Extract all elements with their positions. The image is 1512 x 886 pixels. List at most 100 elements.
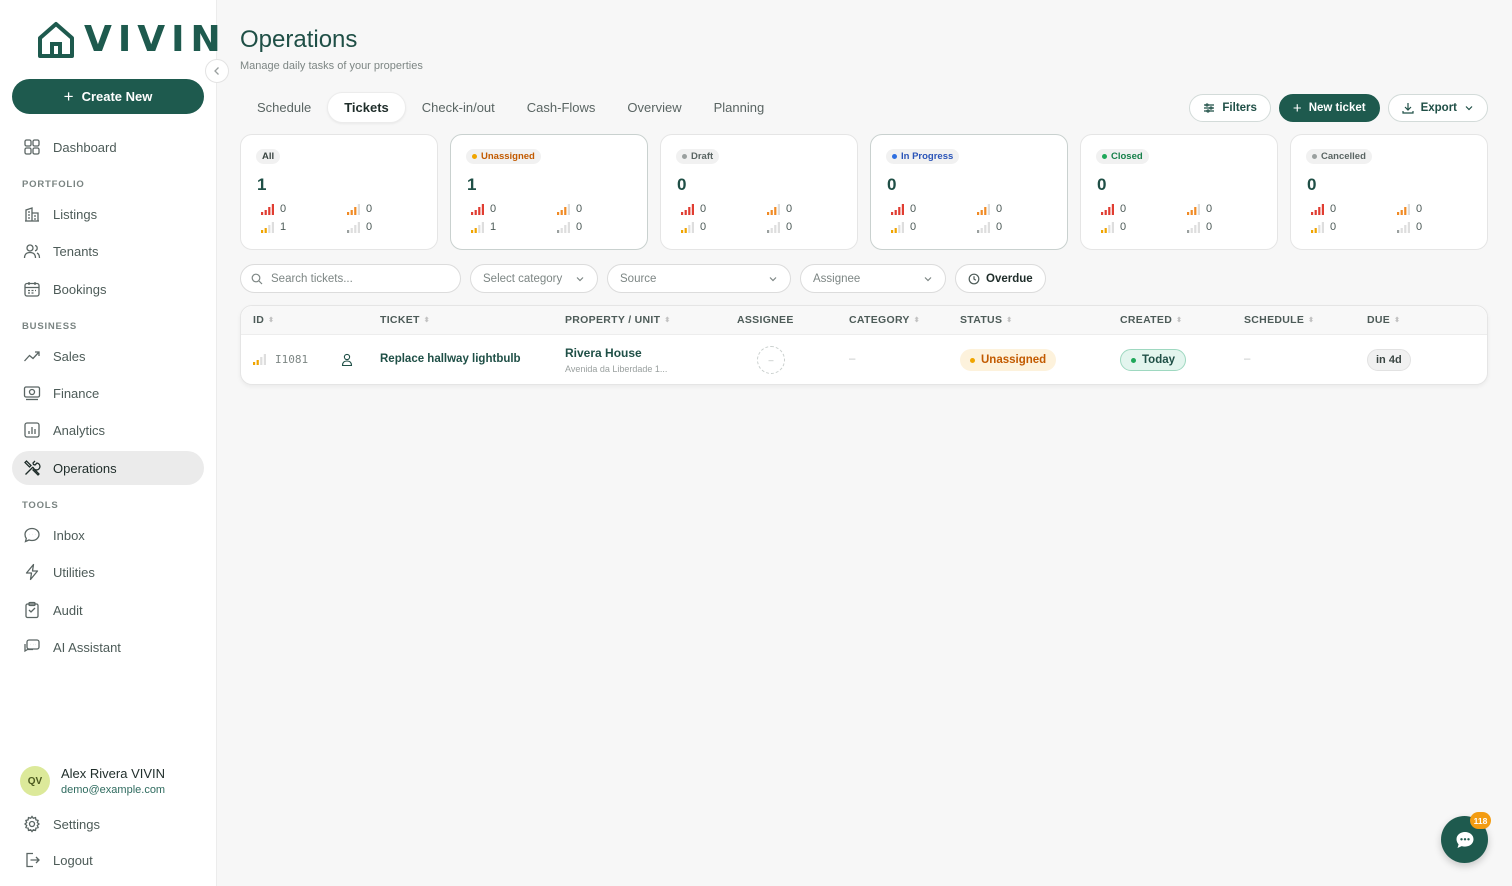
sidebar-item-inbox[interactable]: Inbox [12, 518, 204, 552]
overdue-toggle[interactable]: Overdue [955, 264, 1046, 293]
sidebar-item-audit[interactable]: Audit [12, 593, 204, 627]
assignee-placeholder[interactable]: – [757, 346, 785, 374]
priority-count-urgent: 0 [1101, 203, 1126, 215]
status-count: 0 [1307, 175, 1317, 194]
column-header-schedule[interactable]: SCHEDULE ⬍ [1244, 314, 1314, 326]
tab-schedule[interactable]: Schedule [241, 92, 327, 123]
filters-button[interactable]: Filters [1189, 94, 1271, 122]
trend-up-icon [24, 351, 40, 362]
sidebar-item-utilities[interactable]: Utilities [12, 555, 204, 589]
source-select[interactable]: Source [607, 264, 791, 293]
tab-check-in-out[interactable]: Check-in/out [406, 92, 511, 123]
source-select-value: Source [620, 272, 657, 285]
chat-unread-badge: 118 [1470, 812, 1491, 829]
sidebar-item-ai-assistant[interactable]: AI Assistant [12, 630, 204, 664]
priority-count-low: 0 [557, 221, 582, 233]
priority-count-medium: 0 [1101, 221, 1126, 233]
sidebar-item-tenants[interactable]: Tenants [12, 234, 204, 268]
collapse-sidebar-button[interactable] [205, 59, 229, 83]
column-header-property[interactable]: PROPERTY / UNIT ⬍ [565, 314, 671, 326]
export-button[interactable]: Export [1387, 94, 1488, 122]
column-header-label: SCHEDULE [1244, 314, 1305, 326]
sidebar-item-label: Dashboard [53, 139, 117, 155]
table-row[interactable]: I1081 Replace hallway lightbulb Rivera H… [241, 335, 1487, 385]
tab-cash-flows[interactable]: Cash-Flows [511, 92, 612, 123]
sidebar-item-settings[interactable]: Settings [12, 807, 204, 841]
property-name[interactable]: Rivera House [565, 346, 642, 360]
sort-icon: ⬍ [1176, 317, 1183, 324]
status-card-closed[interactable]: Closed 0 0 0 0 0 [1080, 134, 1278, 250]
sidebar-item-bookings[interactable]: Bookings [12, 272, 204, 306]
priority-urgent-icon [471, 203, 484, 215]
tab-tickets[interactable]: Tickets [327, 92, 406, 123]
priority-count-value: 0 [786, 221, 793, 233]
column-header-id[interactable]: ID ⬍ [253, 314, 274, 326]
column-header-created[interactable]: CREATED ⬍ [1120, 314, 1182, 326]
status-card-all[interactable]: All 1 0 0 1 0 [240, 134, 438, 250]
due-value: in 4d [1376, 354, 1402, 366]
property-unit: Avenida da Liberdade 1... [565, 364, 668, 374]
priority-count-value: 0 [996, 203, 1003, 215]
search-input[interactable]: Search tickets... [271, 273, 353, 285]
status-card-in-progress[interactable]: In Progress 0 0 0 0 0 [870, 134, 1068, 250]
priority-urgent-icon [891, 203, 904, 215]
priority-count-value: 0 [1416, 221, 1423, 233]
sidebar-item-dashboard[interactable]: Dashboard [12, 130, 204, 164]
status-badge: In Progress [886, 149, 960, 164]
user-email: demo@example.com [61, 784, 166, 796]
status-badge: Unassigned [466, 149, 541, 164]
users-icon [23, 244, 41, 259]
sidebar-item-sales[interactable]: Sales [12, 339, 204, 373]
sliders-icon [1204, 103, 1215, 113]
lightning-icon [25, 563, 39, 581]
house-logo-icon [38, 22, 74, 58]
status-dot [892, 154, 897, 159]
column-header-ticket[interactable]: TICKET ⬍ [380, 314, 430, 326]
table-header: ID ⬍ TICKET ⬍ PROPERTY / UNIT ⬍ ASSIGNEE CA… [241, 306, 1487, 335]
section-label-portfolio: PORTFOLIO [22, 179, 85, 190]
create-new-button[interactable]: + Create New [12, 79, 204, 114]
sidebar-item-operations[interactable]: Operations [12, 451, 204, 485]
sidebar-item-analytics[interactable]: Analytics [12, 413, 204, 447]
dashboard-icon [24, 139, 40, 155]
avatar: QV [20, 766, 50, 796]
user-name: Alex Rivera VIVIN [61, 766, 166, 781]
chevron-down-icon [924, 276, 932, 281]
column-header-status[interactable]: STATUS ⬍ [960, 314, 1012, 326]
ticket-title[interactable]: Replace hallway lightbulb [380, 353, 521, 365]
tab-overview[interactable]: Overview [611, 92, 697, 123]
status-card-draft[interactable]: Draft 0 0 0 0 0 [660, 134, 858, 250]
priority-count-value: 1 [490, 221, 497, 233]
status-count: 0 [887, 175, 897, 194]
status-badge[interactable]: Unassigned [960, 349, 1057, 371]
status-badge: All [256, 149, 281, 164]
logo[interactable]: VIVIN [36, 20, 227, 60]
user-profile[interactable]: QV Alex Rivera VIVIN demo@example.com [20, 766, 165, 796]
sidebar-item-label: Audit [53, 602, 83, 618]
column-header-label: PROPERTY / UNIT [565, 314, 661, 326]
priority-count-urgent: 0 [471, 203, 496, 215]
new-ticket-button[interactable]: + New ticket [1278, 94, 1380, 122]
page-subtitle: Manage daily tasks of your properties [240, 60, 423, 72]
priority-count-value: 0 [576, 203, 583, 215]
sidebar-item-listings[interactable]: Listings [12, 197, 204, 231]
category-select[interactable]: Select category [470, 264, 598, 293]
status-value: Unassigned [981, 354, 1047, 366]
section-label-tools: TOOLS [22, 500, 59, 511]
status-card-cancelled[interactable]: Cancelled 0 0 0 0 0 [1290, 134, 1488, 250]
priority-count-low: 0 [1187, 221, 1212, 233]
sidebar-item-logout[interactable]: Logout [12, 843, 204, 877]
sidebar-item-label: Settings [53, 816, 100, 832]
search-field[interactable]: Search tickets... [240, 264, 461, 293]
column-header-category[interactable]: CATEGORY ⬍ [849, 314, 920, 326]
tab-planning[interactable]: Planning [698, 92, 781, 123]
sidebar-item-finance[interactable]: Finance [12, 376, 204, 410]
column-header-assignee[interactable]: ASSIGNEE [737, 314, 794, 326]
status-card-unassigned[interactable]: Unassigned 1 0 0 1 0 [450, 134, 648, 250]
sort-icon: ⬍ [1308, 317, 1315, 324]
created-dot [1131, 357, 1136, 363]
assignee-select[interactable]: Assignee [800, 264, 946, 293]
priority-medium-icon [261, 221, 274, 233]
column-header-due[interactable]: DUE ⬍ [1367, 314, 1400, 326]
priority-count-low: 0 [767, 221, 792, 233]
